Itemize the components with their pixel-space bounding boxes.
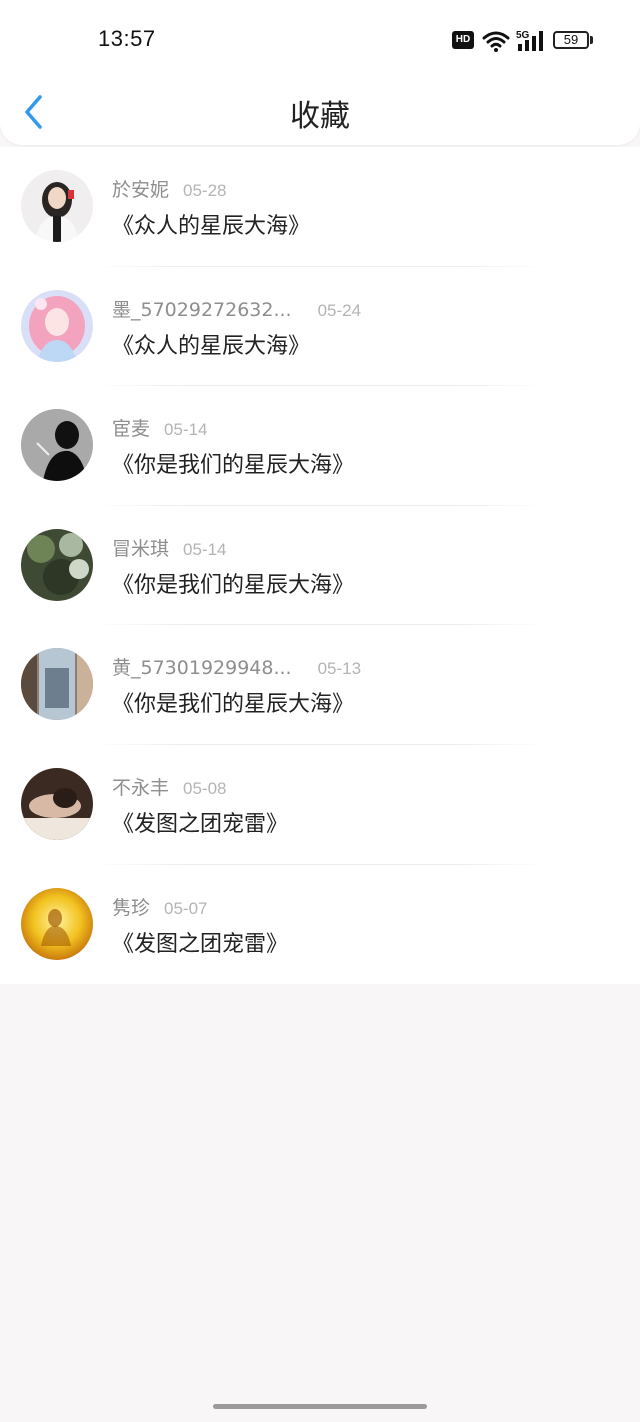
status-bar: 13:57 HD 5G 59 [0,0,640,80]
user-name[interactable]: 宦麦 [112,414,150,441]
user-name[interactable]: 冒米琪 [112,534,169,561]
date: 05-28 [183,181,227,200]
avatar[interactable] [21,648,93,721]
favorites-list: 於安妮 05-28 《众人的星辰大海》 墨_57029272632... 05-24… [0,147,640,985]
post-title[interactable]: 《众人的星辰大海》 [112,208,310,240]
date: 05-08 [183,778,227,798]
user-name[interactable]: 黄_57301929948... [112,653,292,680]
avatar[interactable] [21,767,93,840]
battery-level: 59 [553,31,589,49]
list-item[interactable]: 隽珍 05-07 《发图之团宠雷》 [0,865,640,985]
avatar[interactable] [21,170,93,242]
item-meta: 於安妮 05-28 [112,175,227,201]
date: 05-13 [317,659,362,679]
hd-icon: HD [452,31,474,49]
date: 05-07 [164,898,208,918]
item-meta: 冒米琪 05-14 [112,534,227,560]
item-meta: 黄_57301929948... 05-13 [112,653,361,679]
date: 05-14 [183,539,227,559]
list-item[interactable]: 宦麦 05-14 《你是我们的星辰大海》 [0,386,640,506]
post-title[interactable]: 《发图之团宠雷》 [112,806,288,838]
avatar[interactable] [21,289,93,362]
post-title[interactable]: 《你是我们的星辰大海》 [112,567,354,599]
date: 05-24 [317,300,362,320]
list-item[interactable]: 冒米琪 05-14 《你是我们的星辰大海》 [0,506,640,626]
avatar[interactable] [21,528,93,601]
list-item[interactable]: 墨_57029272632... 05-24 《众人的星辰大海》 [0,267,640,387]
status-time: 13:57 [98,26,156,51]
item-meta: 墨_57029272632... 05-24 [112,295,361,321]
wifi-icon [482,31,510,52]
user-name[interactable]: 於安妮 [112,175,169,202]
list-item[interactable]: 於安妮 05-28 《众人的星辰大海》 [0,147,640,267]
post-title[interactable]: 《你是我们的星辰大海》 [112,447,354,479]
post-title[interactable]: 《发图之团宠雷》 [112,926,288,958]
item-meta: 宦麦 05-14 [112,414,208,440]
user-name[interactable]: 墨_57029272632... [112,295,292,322]
post-title[interactable]: 《众人的星辰大海》 [112,328,310,360]
avatar[interactable] [21,409,93,482]
list-item[interactable]: 不永丰 05-08 《发图之团宠雷》 [0,745,640,865]
date: 05-14 [164,420,208,440]
signal-5g-icon: 5G [516,30,543,51]
battery-icon: 59 [553,31,593,49]
user-name[interactable]: 不永丰 [112,773,169,800]
avatar[interactable] [21,887,93,960]
header: 13:57 HD 5G 59 收藏 [0,0,640,145]
list-item[interactable]: 黄_57301929948... 05-13 《你是我们的星辰大海》 [0,625,640,745]
favorites-page: 13:57 HD 5G 59 收藏 於安妮 05-28 《众人的星辰大海》 墨_… [0,0,640,1422]
item-meta: 不永丰 05-08 [112,773,227,799]
user-name[interactable]: 隽珍 [112,893,150,920]
page-title: 收藏 [290,99,350,134]
network-type-label: 5G [516,30,530,41]
home-indicator[interactable] [213,1404,427,1409]
post-title[interactable]: 《你是我们的星辰大海》 [112,686,354,718]
item-meta: 隽珍 05-07 [112,893,208,919]
